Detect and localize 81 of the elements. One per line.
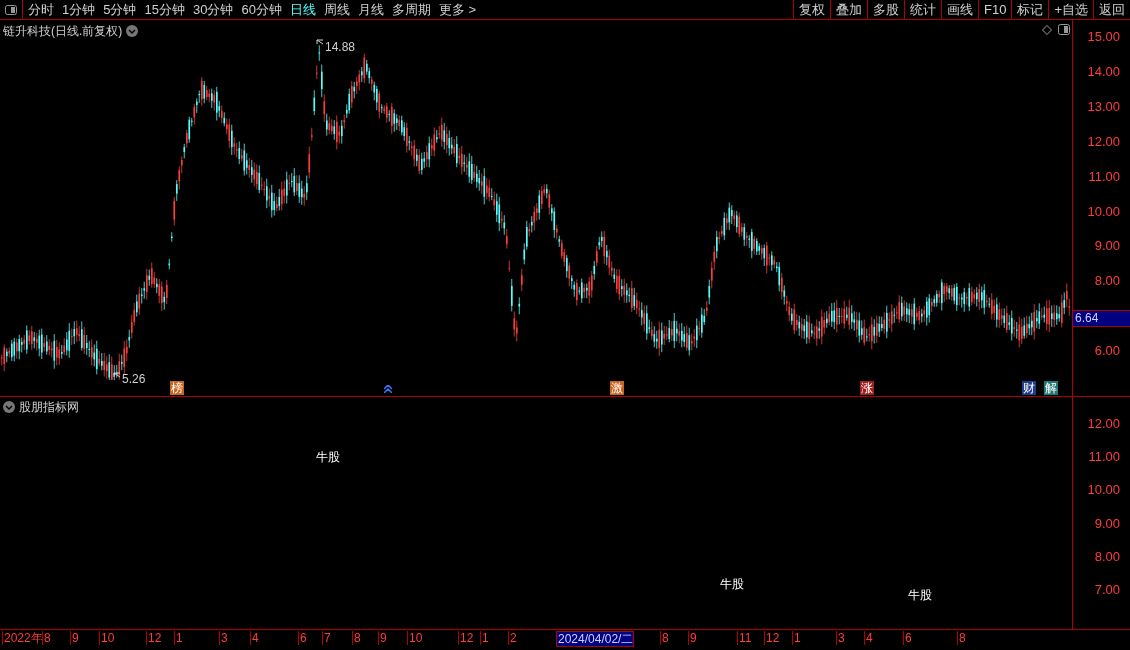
time-axis-label: 8 bbox=[42, 631, 51, 645]
event-badge[interactable]: 榜 bbox=[170, 381, 184, 395]
toolbar-button[interactable]: 标记 bbox=[1011, 0, 1049, 19]
signal-label: 牛股 bbox=[720, 576, 744, 593]
time-axis-label: 10 bbox=[99, 631, 115, 645]
indicator-axis-label: 12.00 bbox=[1087, 417, 1120, 431]
time-axis-label: 10 bbox=[407, 631, 423, 645]
period-tab[interactable]: 分时 bbox=[28, 0, 54, 20]
event-badge[interactable]: 解 bbox=[1044, 381, 1058, 395]
period-tab[interactable]: 多周期 bbox=[391, 0, 431, 20]
dropdown-icon[interactable] bbox=[126, 25, 139, 37]
period-tab[interactable]: 月线 bbox=[357, 0, 384, 20]
toolbar-button[interactable]: 叠加 bbox=[830, 0, 867, 19]
indicator-axis-label: 9.00 bbox=[1094, 516, 1120, 531]
period-tab[interactable]: 更多 > bbox=[438, 0, 477, 20]
event-badge[interactable]: 激 bbox=[610, 381, 624, 395]
event-badge[interactable]: 财 bbox=[1022, 381, 1036, 395]
time-axis-label: 12 bbox=[764, 631, 780, 645]
time-axis-label: 8 bbox=[352, 631, 361, 645]
event-badge[interactable]: 涨 bbox=[860, 381, 874, 395]
time-axis-label: 12 bbox=[146, 631, 162, 645]
toolbar-button[interactable]: 统计 bbox=[904, 0, 941, 19]
period-tab[interactable]: 5分钟 bbox=[103, 0, 137, 20]
time-axis-label: 9 bbox=[378, 631, 387, 645]
indicator-axis-label: 7.00 bbox=[1094, 583, 1120, 597]
signal-label: 牛股 bbox=[316, 449, 340, 466]
price-axis-label: 11.00 bbox=[1088, 169, 1120, 184]
price-axis-label: 14.00 bbox=[1087, 64, 1120, 79]
time-axis-label: 1 bbox=[174, 631, 183, 645]
period-tab[interactable]: 60分钟 bbox=[241, 0, 282, 20]
panel-toggle-icon bbox=[5, 4, 17, 15]
time-axis-label: 3 bbox=[836, 631, 845, 645]
signal-label: 牛股 bbox=[908, 587, 932, 604]
time-axis-label: 7 bbox=[322, 631, 331, 645]
time-axis-label: 4 bbox=[250, 631, 259, 645]
low-price-label: 5.26 bbox=[122, 371, 146, 388]
toolbar-button[interactable]: 复权 bbox=[793, 0, 830, 19]
leader-line bbox=[113, 372, 121, 378]
time-axis-label: 8 bbox=[957, 631, 966, 645]
indicator-axis-label: 8.00 bbox=[1094, 549, 1120, 564]
time-axis-label: 8 bbox=[660, 631, 669, 645]
time-axis-label: 2022年 bbox=[2, 631, 43, 645]
time-axis-label: 9 bbox=[70, 631, 79, 645]
period-tab[interactable]: 15分钟 bbox=[144, 0, 185, 20]
high-price-label: 14.88 bbox=[325, 39, 356, 56]
period-tab[interactable]: 30分钟 bbox=[192, 0, 234, 20]
time-axis-label: 1 bbox=[792, 631, 801, 645]
time-axis-label: 1 bbox=[480, 631, 489, 645]
price-axis-label: 9.00 bbox=[1094, 239, 1120, 254]
time-axis-label: 11 bbox=[737, 631, 752, 645]
indicator-axis-label: 11.00 bbox=[1088, 450, 1120, 465]
time-axis-label: 3 bbox=[219, 631, 228, 645]
period-tab[interactable]: 日线 bbox=[289, 0, 316, 20]
price-axis-label: 6.00 bbox=[1094, 344, 1120, 359]
price-axis-label: 15.00 bbox=[1087, 30, 1120, 44]
chart-title: 链升科技(日线.前复权) bbox=[3, 23, 123, 40]
price-axis-label: 8.00 bbox=[1094, 274, 1120, 289]
time-axis-label: 6 bbox=[903, 631, 912, 645]
toolbar-button[interactable]: 多股 bbox=[867, 0, 904, 19]
time-axis-label: 9 bbox=[688, 631, 697, 645]
panel-toggle-icon[interactable] bbox=[1058, 24, 1070, 35]
indicator-title: 股朋指标网 bbox=[19, 399, 79, 416]
time-axis-label: 2024/04/02/二 bbox=[556, 631, 635, 647]
period-tab[interactable]: 1分钟 bbox=[62, 0, 96, 20]
toolbar-button[interactable]: 画线 bbox=[941, 0, 978, 19]
price-axis-label: 10.00 bbox=[1087, 204, 1120, 219]
toolbar-button[interactable]: +自选 bbox=[1048, 0, 1093, 19]
period-tab[interactable]: 周线 bbox=[323, 0, 350, 20]
time-axis-label: 2 bbox=[508, 631, 517, 645]
dropdown-icon[interactable] bbox=[3, 401, 15, 413]
price-axis-label: 13.00 bbox=[1087, 99, 1120, 114]
time-axis-label: 12 bbox=[458, 631, 474, 645]
leader-line bbox=[316, 39, 324, 45]
toolbar-button[interactable]: F10 bbox=[978, 0, 1012, 19]
toolbar-button[interactable]: 返回 bbox=[1093, 0, 1130, 19]
current-price-tag: 6.64 bbox=[1073, 310, 1130, 327]
indicator-axis-label: 10.00 bbox=[1087, 483, 1120, 498]
up-arrow-icon[interactable] bbox=[384, 385, 392, 393]
time-axis-label: 4 bbox=[864, 631, 873, 645]
time-axis-label: 6 bbox=[298, 631, 307, 645]
price-axis-label: 12.00 bbox=[1087, 134, 1120, 149]
